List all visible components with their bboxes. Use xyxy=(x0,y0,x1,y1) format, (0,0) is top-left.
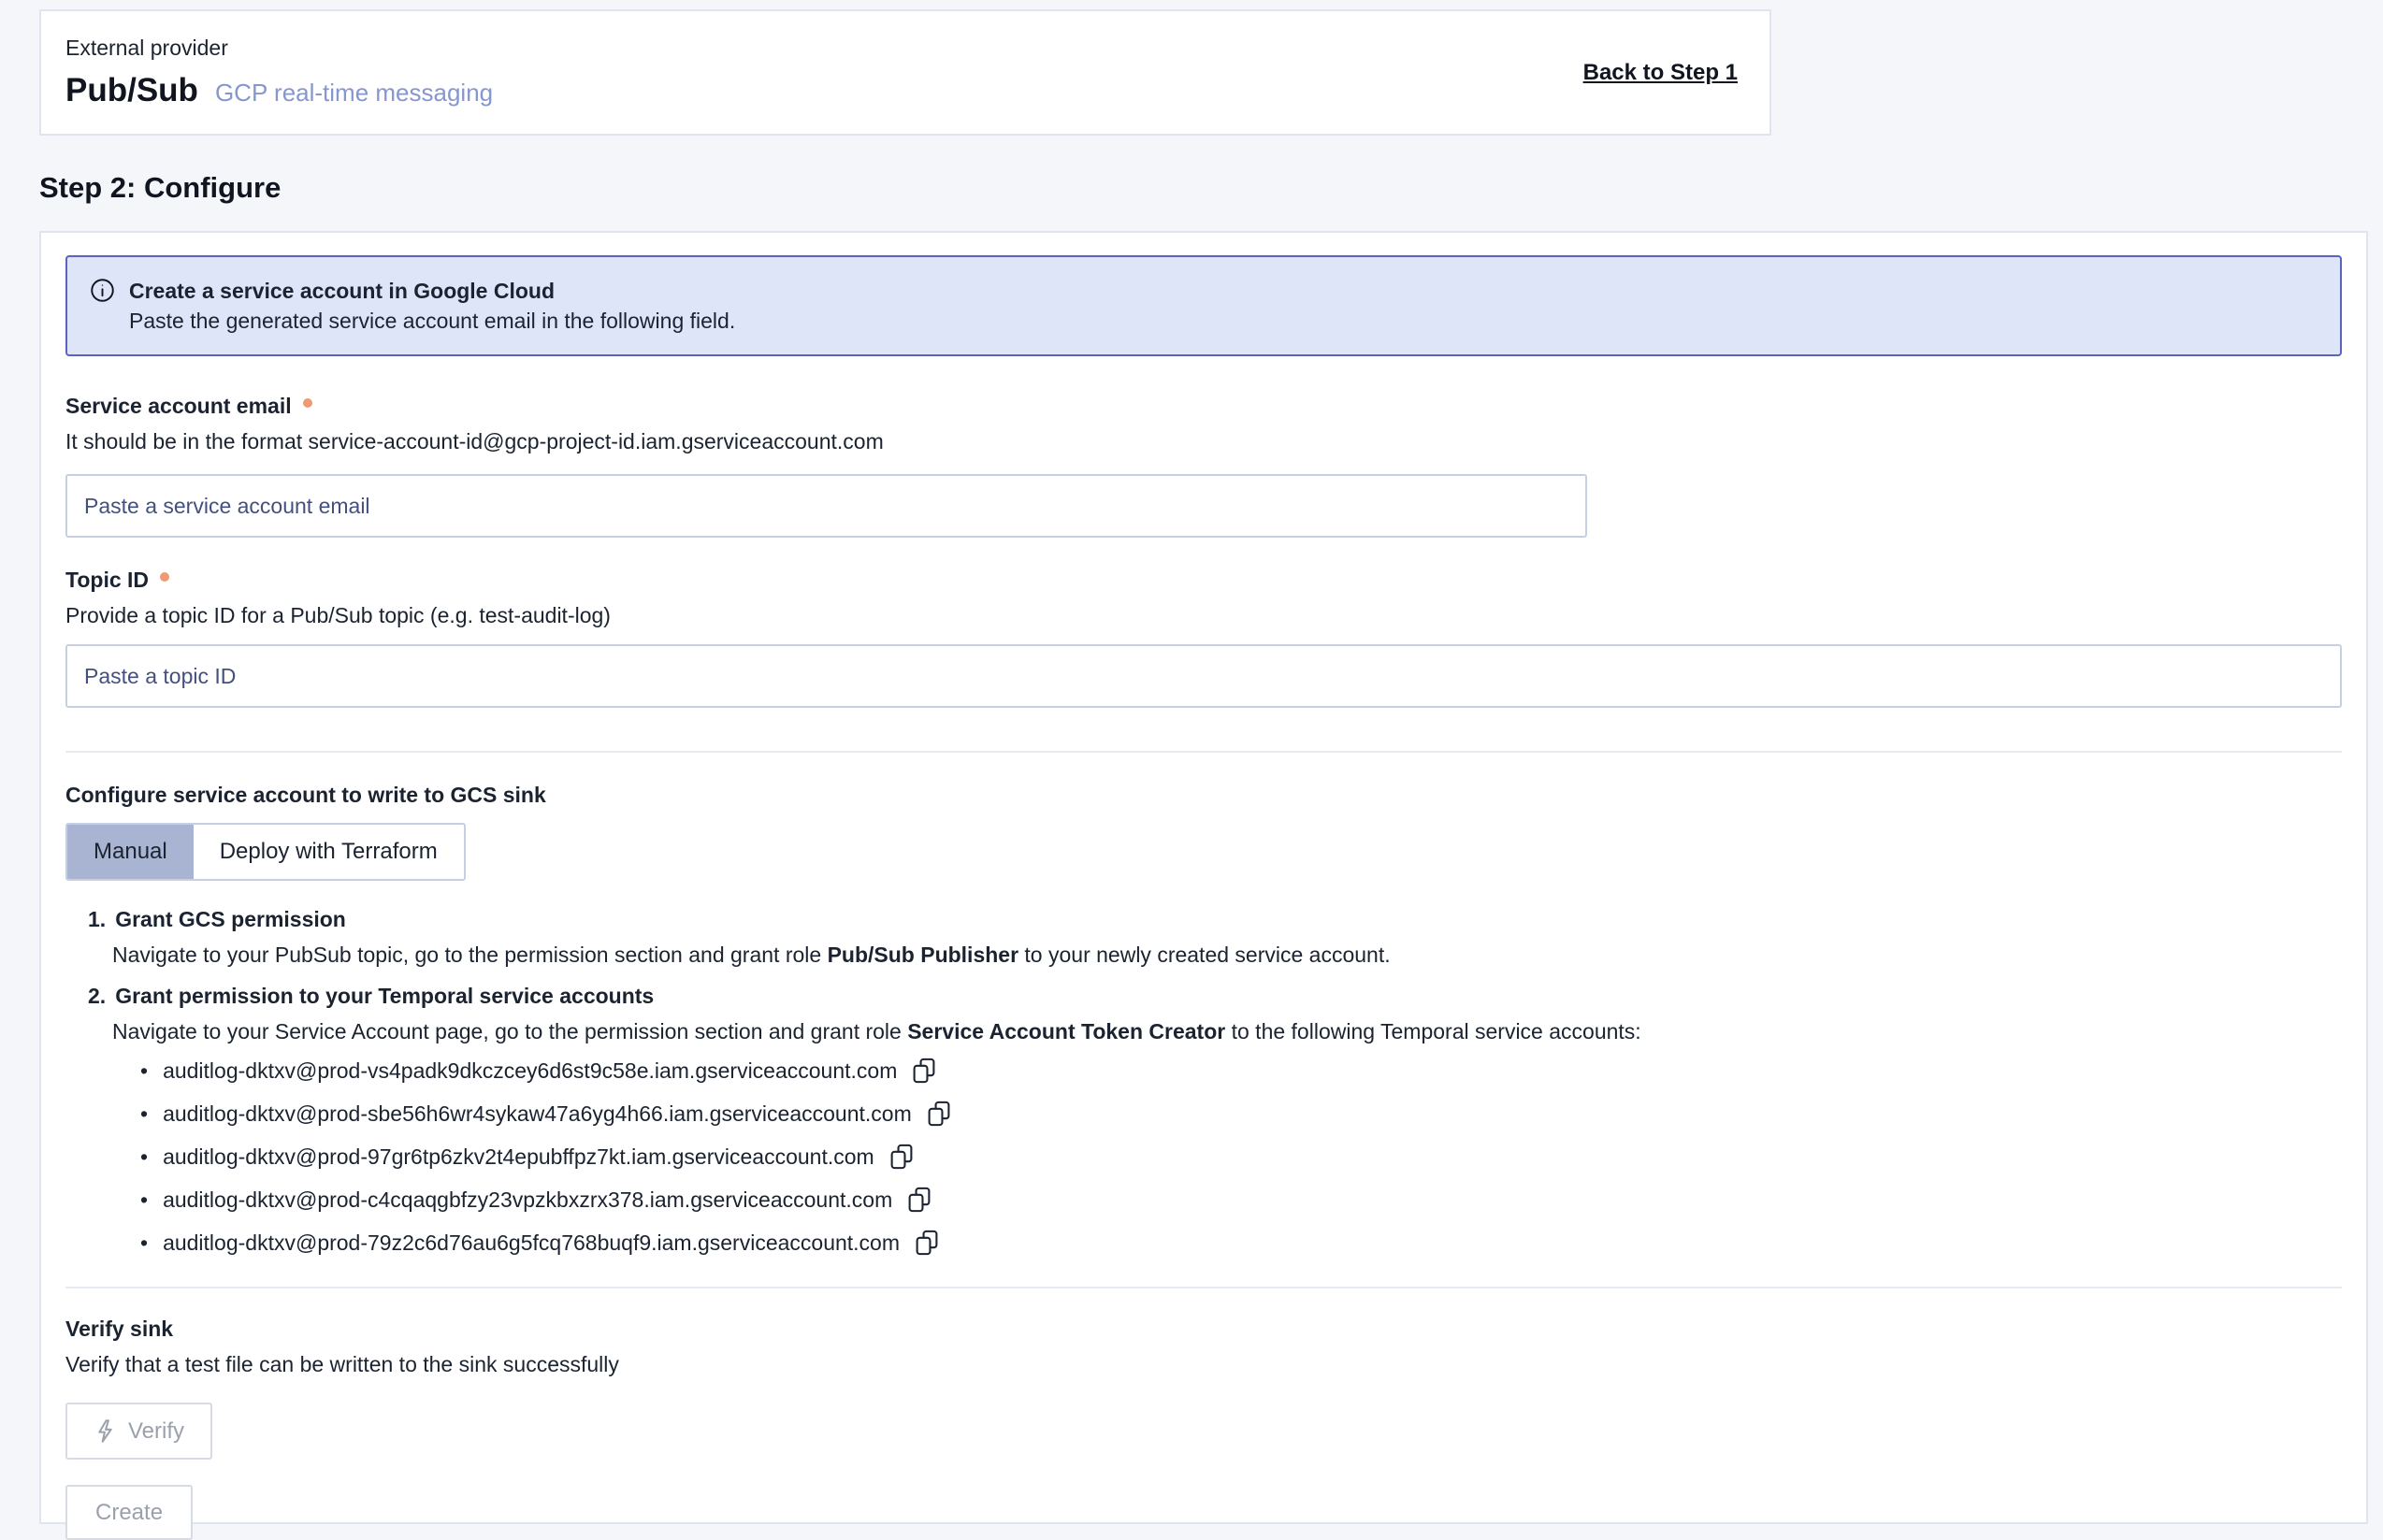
zap-icon xyxy=(94,1418,117,1444)
copy-icon xyxy=(927,1100,951,1128)
verify-button[interactable]: Verify xyxy=(65,1403,212,1460)
configure-sink-label: Configure service account to write to GC… xyxy=(65,783,2342,808)
copy-button[interactable] xyxy=(905,1184,933,1216)
bullet-icon: • xyxy=(140,1096,148,1131)
info-icon xyxy=(90,278,115,335)
provider-name: Pub/Sub xyxy=(65,72,198,109)
topic-id-helper: Provide a topic ID for a Pub/Sub topic (… xyxy=(65,601,2342,629)
provider-eyebrow: External provider xyxy=(65,36,493,61)
service-account-row: • auditlog-dktxv@prod-79z2c6d76au6g5fcq7… xyxy=(140,1225,2342,1260)
service-account-email: auditlog-dktxv@prod-sbe56h6wr4sykaw47a6y… xyxy=(163,1101,912,1127)
step-1-desc-prefix: Navigate to your PubSub topic, go to the… xyxy=(112,943,828,967)
bullet-icon: • xyxy=(140,1053,148,1088)
copy-button[interactable] xyxy=(910,1055,938,1087)
bullet-icon: • xyxy=(140,1139,148,1174)
step-2-title: Grant permission to your Temporal servic… xyxy=(115,982,654,1010)
step-1-desc-role: Pub/Sub Publisher xyxy=(828,943,1018,967)
service-account-row: • auditlog-dktxv@prod-vs4padk9dkczcey6d6… xyxy=(140,1053,2342,1088)
step-1-title: Grant GCS permission xyxy=(115,905,346,933)
page-title: Step 2: Configure xyxy=(39,171,281,205)
service-account-email: auditlog-dktxv@prod-97gr6tp6zkv2t4epubff… xyxy=(163,1144,874,1170)
step-2-desc-role: Service Account Token Creator xyxy=(907,1019,1225,1043)
required-dot xyxy=(160,572,169,582)
copy-button[interactable] xyxy=(913,1227,941,1259)
verify-sink-label: Verify sink xyxy=(65,1317,2342,1342)
service-account-list: • auditlog-dktxv@prod-vs4padk9dkczcey6d6… xyxy=(88,1053,2342,1260)
step-2-number: 2. xyxy=(88,982,106,1010)
tab-deploy-with-terraform[interactable]: Deploy with Terraform xyxy=(194,825,464,879)
info-banner: Create a service account in Google Cloud… xyxy=(65,255,2342,356)
instruction-steps: 1. Grant GCS permission Navigate to your… xyxy=(88,905,2342,1260)
provider-subtitle: GCP real-time messaging xyxy=(215,79,493,108)
banner-title: Create a service account in Google Cloud xyxy=(129,277,735,305)
create-button[interactable]: Create xyxy=(65,1485,193,1540)
service-account-email-label-text: Service account email xyxy=(65,394,292,419)
copy-icon xyxy=(912,1057,936,1085)
page: External provider Pub/Sub GCP real-time … xyxy=(0,0,2383,1535)
tab-manual[interactable]: Manual xyxy=(67,825,194,879)
service-account-row: • auditlog-dktxv@prod-c4cqaqgbfzy23vpzkb… xyxy=(140,1182,2342,1217)
topic-id-input[interactable] xyxy=(65,644,2342,708)
verify-button-row: Verify xyxy=(65,1378,2342,1460)
service-account-row: • auditlog-dktxv@prod-sbe56h6wr4sykaw47a… xyxy=(140,1096,2342,1131)
copy-icon xyxy=(889,1143,914,1171)
instruction-step-1: 1. Grant GCS permission Navigate to your… xyxy=(88,905,2342,969)
service-account-email-label: Service account email xyxy=(65,394,2342,419)
copy-button[interactable] xyxy=(888,1141,916,1173)
service-account-email: auditlog-dktxv@prod-c4cqaqgbfzy23vpzkbxz… xyxy=(163,1187,892,1213)
service-account-email-input[interactable] xyxy=(65,474,1587,538)
service-account-row: • auditlog-dktxv@prod-97gr6tp6zkv2t4epub… xyxy=(140,1139,2342,1174)
bullet-icon: • xyxy=(140,1182,148,1217)
step-1-number: 1. xyxy=(88,905,106,933)
step-1-desc-suffix: to your newly created service account. xyxy=(1018,943,1391,967)
provider-info: External provider Pub/Sub GCP real-time … xyxy=(65,36,493,109)
divider xyxy=(65,1287,2342,1288)
instruction-step-2: 2. Grant permission to your Temporal ser… xyxy=(88,982,2342,1260)
step-1-description: Navigate to your PubSub topic, go to the… xyxy=(112,941,2342,969)
required-dot xyxy=(303,398,312,408)
deploy-method-tabs: Manual Deploy with Terraform xyxy=(65,823,466,881)
provider-card: External provider Pub/Sub GCP real-time … xyxy=(39,9,1771,136)
service-account-email: auditlog-dktxv@prod-vs4padk9dkczcey6d6st… xyxy=(163,1058,897,1084)
verify-sink-helper: Verify that a test file can be written t… xyxy=(65,1350,2342,1378)
configure-card: Create a service account in Google Cloud… xyxy=(39,231,2368,1524)
back-to-step-1-link[interactable]: Back to Step 1 xyxy=(1583,60,1738,86)
create-button-label: Create xyxy=(95,1500,163,1526)
topic-id-label-text: Topic ID xyxy=(65,568,149,593)
step-2-description: Navigate to your Service Account page, g… xyxy=(112,1017,2342,1045)
bullet-icon: • xyxy=(140,1225,148,1260)
service-account-email-helper: It should be in the format service-accou… xyxy=(65,427,2342,455)
copy-icon xyxy=(915,1229,939,1257)
provider-title-row: Pub/Sub GCP real-time messaging xyxy=(65,72,493,109)
banner-text: Create a service account in Google Cloud… xyxy=(129,277,735,335)
topic-id-label: Topic ID xyxy=(65,568,2342,593)
service-account-email: auditlog-dktxv@prod-79z2c6d76au6g5fcq768… xyxy=(163,1231,900,1256)
divider xyxy=(65,751,2342,753)
step-2-desc-suffix: to the following Temporal service accoun… xyxy=(1225,1019,1640,1043)
step-2-desc-prefix: Navigate to your Service Account page, g… xyxy=(112,1019,907,1043)
copy-icon xyxy=(907,1186,932,1214)
banner-body: Paste the generated service account emai… xyxy=(129,307,735,335)
copy-button[interactable] xyxy=(925,1098,953,1130)
verify-button-label: Verify xyxy=(128,1418,184,1445)
step-1-title-row: 1. Grant GCS permission xyxy=(88,905,2342,933)
create-button-row: Create xyxy=(65,1460,2342,1540)
step-2-title-row: 2. Grant permission to your Temporal ser… xyxy=(88,982,2342,1010)
